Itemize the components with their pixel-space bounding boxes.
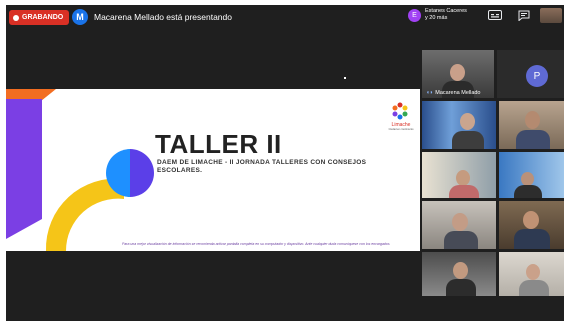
person-head [523,211,539,229]
person-body [516,130,550,149]
slide-title: TALLER II [155,129,282,159]
purple-shape [6,99,42,239]
person-body [452,131,484,149]
presenter-avatar: M [72,9,88,25]
self-view-thumbnail[interactable] [540,8,562,23]
video-tile-5[interactable] [499,152,564,198]
person-head [456,170,470,186]
logo-tagline: Ciudad en crecimiento [388,128,414,131]
circle-right-half [130,149,154,197]
person-head [525,111,540,129]
captions-icon[interactable] [488,10,502,22]
top-bar: GRABANDO M Macarena Mellado está present… [6,5,564,31]
person-head [450,64,465,81]
video-tile-6[interactable] [422,201,496,249]
person-head [521,172,534,186]
video-tile-9[interactable] [499,252,564,296]
presenter-text: Macarena Mellado está presentando [94,12,232,22]
person-head [452,213,468,231]
video-tile-2[interactable] [422,101,496,149]
video-tile-active-speaker[interactable]: ◖◗ Macarena Mellado [422,50,494,98]
speaker-name: Macarena Mellado [435,90,481,96]
video-tile-7[interactable] [499,201,564,249]
recording-badge: GRABANDO [9,10,70,25]
participant-name: Estanes Caceres [425,8,467,14]
mouse-pointer [344,77,346,79]
person-head [460,113,475,130]
limache-logo-icon [392,102,408,120]
person-body [444,231,478,249]
video-tile-8[interactable] [422,252,496,296]
person-body [449,185,479,198]
person-head [526,264,540,280]
slide-footer-note: Para una mejor visualización de informac… [122,242,390,246]
participant-avatar-p: P [526,65,548,87]
participant-avatar: E [408,8,421,22]
tile-label: ◖◗ Macarena Mellado [426,90,481,96]
slide-subtitle: DAEM DE LIMACHE - II JORNADA TALLERES CO… [157,159,367,174]
person-body [514,229,550,249]
video-tile-4[interactable] [422,152,496,198]
person-body [514,185,542,198]
video-tile-3[interactable] [499,101,564,149]
logo-text: Limache Ciudad en crecimiento [388,122,414,131]
yellow-arc [45,178,124,251]
presentation-slide: TALLER II DAEM DE LIMACHE - II JORNADA T… [6,89,420,251]
person-body [446,279,476,296]
participants-indicator[interactable]: E Estanes Caceres y 20 más [408,8,467,22]
meet-window: GRABANDO M Macarena Mellado está present… [6,5,564,321]
person-body [519,280,549,296]
recording-label: GRABANDO [22,14,64,21]
presenter-indicator: M Macarena Mellado está presentando [72,9,232,25]
person-head [453,262,468,279]
audio-active-icon: ◖◗ [426,90,434,96]
record-dot-icon [13,14,19,21]
participant-more: y 20 más [425,15,448,21]
chat-icon[interactable] [518,10,530,23]
